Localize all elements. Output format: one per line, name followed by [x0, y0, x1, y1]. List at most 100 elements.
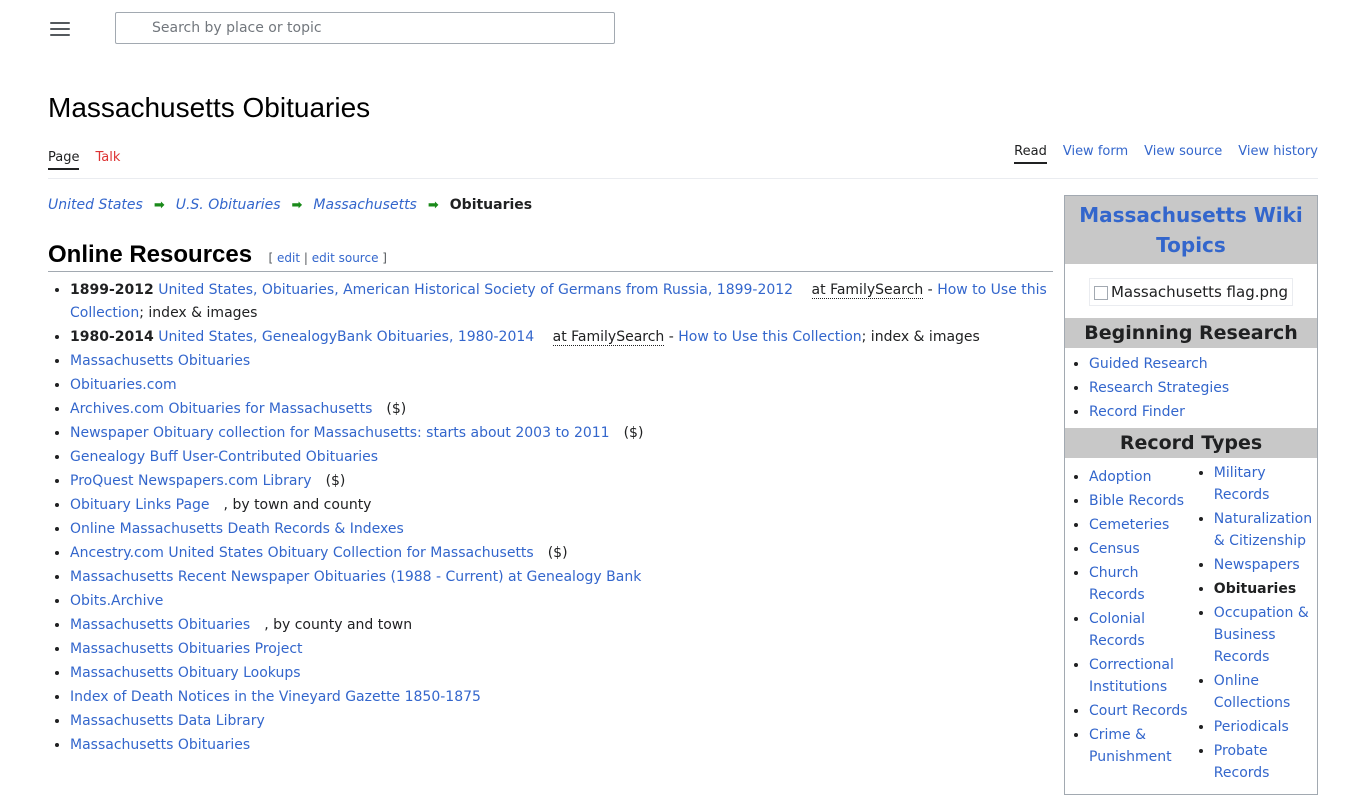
sidebar-link[interactable]: Colonial Records [1089, 611, 1145, 649]
list-item: Archives.com Obituaries for Massachusett… [70, 398, 1048, 421]
menu-icon[interactable] [50, 20, 70, 36]
list-item: Newspapers [1214, 554, 1317, 576]
arrow-right-icon: ➡ [427, 197, 439, 213]
edit-source-link[interactable]: edit source [312, 251, 379, 265]
list-item: Massachusetts Obituaries , by county and … [70, 614, 1048, 637]
list-item: Crime & Punishment [1089, 724, 1190, 768]
resource-link[interactable]: ProQuest Newspapers.com Library [70, 473, 312, 489]
list-item: Massachusetts Obituaries [70, 350, 1048, 373]
list-item: Obituaries [1214, 578, 1317, 600]
list-item: Obits.Archive [70, 590, 1048, 613]
familysearch-label: at FamilySearch [811, 282, 924, 299]
sidebar-link[interactable]: Newspapers [1214, 557, 1300, 573]
search-input[interactable] [152, 13, 602, 43]
list-item: Naturalization & Citizenship [1214, 508, 1317, 552]
resource-note: , by county and town [264, 617, 413, 633]
sidebar-link[interactable]: Online Collections [1214, 673, 1291, 711]
list-item: Newspaper Obituary collection for Massac… [70, 422, 1048, 445]
sidebar-link[interactable]: Cemeteries [1089, 517, 1169, 533]
sidebar-link[interactable]: Guided Research [1089, 356, 1208, 372]
list-item: Ancestry.com United States Obituary Coll… [70, 542, 1048, 565]
sidebar-link[interactable]: Naturalization & Citizenship [1214, 511, 1312, 549]
sidebar-link[interactable]: Census [1089, 541, 1140, 557]
resource-link[interactable]: United States, Obituaries, American Hist… [158, 282, 793, 298]
sidebar-link[interactable]: Occupation & Business Records [1214, 605, 1309, 665]
resource-link[interactable]: Massachusetts Recent Newspaper Obituarie… [70, 569, 641, 585]
resource-link[interactable]: Massachusetts Obituary Lookups [70, 665, 301, 681]
header-divider [48, 178, 1318, 179]
resource-link[interactable]: United States, GenealogyBank Obituaries,… [158, 329, 534, 345]
list-item: Colonial Records [1089, 608, 1190, 652]
breadcrumb-united-states[interactable]: United States [48, 197, 143, 213]
list-item: Guided Research [1089, 352, 1317, 376]
edit-link[interactable]: edit [277, 251, 300, 265]
sidebar-link[interactable]: Military Records [1214, 465, 1270, 503]
resource-link[interactable]: Obits.Archive [70, 593, 163, 609]
list-item: Obituary Links Page , by town and county [70, 494, 1048, 517]
breadcrumb-massachusetts[interactable]: Massachusetts [313, 197, 416, 213]
tab-page[interactable]: Page [48, 150, 80, 170]
list-item: Obituaries.com [70, 374, 1048, 397]
list-item: Record Finder [1089, 400, 1317, 424]
record-types-column-2: Military Records Naturalization & Citize… [1190, 462, 1317, 786]
flag-image: Massachusetts flag.png [1089, 278, 1293, 306]
resource-note: ($) [623, 425, 644, 441]
list-item: Genealogy Buff User-Contributed Obituari… [70, 446, 1048, 469]
resource-link[interactable]: Ancestry.com United States Obituary Coll… [70, 545, 534, 561]
section-edit-links: [ edit | edit source ] [268, 251, 387, 265]
resource-list: 1899-2012 United States, Obituaries, Ame… [48, 279, 1048, 758]
list-item: Online Collections [1214, 670, 1317, 714]
resource-note: , by town and county [223, 497, 372, 513]
view-tabs: Read View form View source View history [1014, 144, 1318, 164]
tab-view-form[interactable]: View form [1063, 144, 1128, 164]
breadcrumb-us-obituaries[interactable]: U.S. Obituaries [176, 197, 281, 213]
sidebar-link[interactable]: Research Strategies [1089, 380, 1229, 396]
sidebar-link[interactable]: Court Records [1089, 703, 1188, 719]
list-item: Church Records [1089, 562, 1190, 606]
record-types: Adoption Bible Records Cemeteries Census… [1065, 458, 1317, 786]
sidebar-link[interactable]: Probate Records [1214, 743, 1270, 781]
sidebar-link[interactable]: Church Records [1089, 565, 1145, 603]
sidebar-title-link[interactable]: Massachusetts Wiki Topics [1079, 203, 1303, 257]
sidebar-link[interactable]: Record Finder [1089, 404, 1185, 420]
list-item: 1899-2012 United States, Obituaries, Ame… [70, 279, 1048, 325]
tab-view-history[interactable]: View history [1238, 144, 1318, 164]
sidebar-link[interactable]: Adoption [1089, 469, 1152, 485]
arrow-right-icon: ➡ [291, 197, 303, 213]
list-item: Bible Records [1089, 490, 1190, 512]
resource-link[interactable]: Massachusetts Obituaries [70, 617, 250, 633]
resource-link[interactable]: Online Massachusetts Death Records & Ind… [70, 521, 404, 537]
sidebar-link[interactable]: Crime & Punishment [1089, 727, 1172, 765]
wiki-topics-sidebar: Massachusetts Wiki Topics Massachusetts … [1064, 195, 1318, 795]
list-item: Cemeteries [1089, 514, 1190, 536]
list-item: Index of Death Notices in the Vineyard G… [70, 686, 1048, 709]
separator: - [927, 282, 933, 298]
list-item: ProQuest Newspapers.com Library ($) [70, 470, 1048, 493]
sidebar-link[interactable]: Bible Records [1089, 493, 1184, 509]
flag-alt-text: Massachusetts flag.png [1110, 283, 1289, 301]
sidebar-link[interactable]: Periodicals [1214, 719, 1289, 735]
resource-link[interactable]: Massachusetts Obituaries Project [70, 641, 303, 657]
resource-link[interactable]: Obituary Links Page [70, 497, 210, 513]
tab-talk[interactable]: Talk [95, 150, 120, 170]
date-range: 1899-2012 [70, 282, 154, 298]
resource-link[interactable]: Genealogy Buff User-Contributed Obituari… [70, 449, 378, 465]
resource-link[interactable]: Newspaper Obituary collection for Massac… [70, 425, 610, 441]
sidebar-current-item: Obituaries [1213, 581, 1297, 597]
resource-link[interactable]: Massachusetts Data Library [70, 713, 265, 729]
how-to-link[interactable]: How to Use this Collection [678, 329, 861, 345]
tab-view-source[interactable]: View source [1144, 144, 1222, 164]
list-item: Military Records [1214, 462, 1317, 506]
sidebar-link[interactable]: Correctional Institutions [1089, 657, 1174, 695]
page-tabs: Page Talk [48, 150, 120, 170]
resource-link[interactable]: Massachusetts Obituaries [70, 737, 250, 753]
separator: - [668, 329, 674, 345]
resource-link[interactable]: Index of Death Notices in the Vineyard G… [70, 689, 481, 705]
resource-link[interactable]: Obituaries.com [70, 377, 177, 393]
search-box[interactable] [115, 12, 615, 44]
sidebar-title[interactable]: Massachusetts Wiki Topics [1065, 196, 1317, 264]
tab-read[interactable]: Read [1014, 144, 1047, 164]
resource-link[interactable]: Massachusetts Obituaries [70, 353, 250, 369]
list-item: 1980-2014 United States, GenealogyBank O… [70, 326, 1048, 349]
resource-link[interactable]: Archives.com Obituaries for Massachusett… [70, 401, 372, 417]
